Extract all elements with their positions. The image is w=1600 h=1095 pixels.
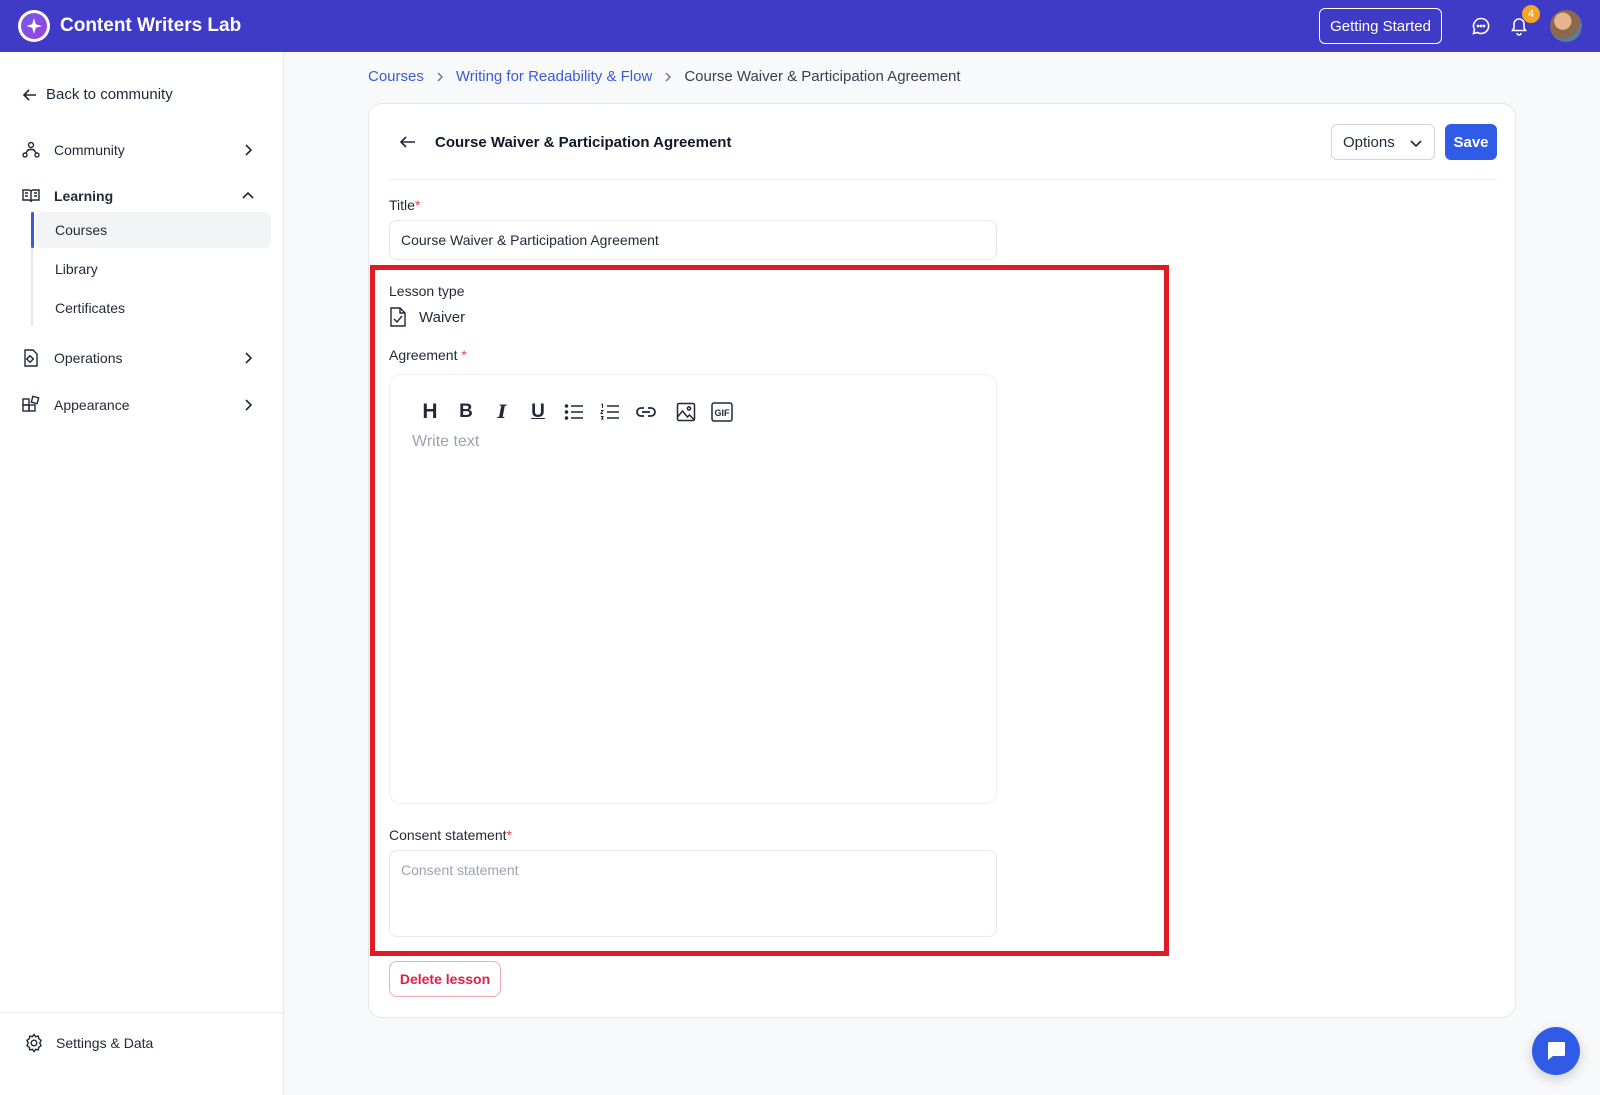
chat-bubble-icon [1548,1042,1565,1060]
sidebar-item-label: Learning [54,188,114,204]
community-icon [20,139,42,161]
back-label: Back to community [46,86,173,103]
sidebar-footer: Settings & Data [0,1012,283,1095]
support-chat-button[interactable] [1532,1027,1580,1075]
sidebar-item-label: Community [54,142,125,158]
submenu-active-indicator [31,212,34,248]
page-title: Course Waiver & Participation Agreement [435,134,732,151]
chevron-right-icon [245,144,253,156]
breadcrumb-courses[interactable]: Courses [368,68,424,85]
book-icon [20,185,42,207]
gear-icon [26,1033,42,1053]
back-to-community-link[interactable]: Back to community [22,86,173,103]
top-bar: Content Writers Lab Getting Started 4 [0,0,1600,52]
sidebar-item-library[interactable]: Library [36,251,271,287]
highlight-annotation [370,265,1169,956]
sidebar-item-operations[interactable]: Operations [20,343,266,373]
title-label: Title* [389,197,421,213]
sidebar-item-appearance[interactable]: Appearance [20,390,266,420]
operations-icon [20,347,42,369]
chevron-down-icon [1410,140,1422,148]
card-header: Course Waiver & Participation Agreement … [389,124,1497,180]
chevron-right-icon [245,399,253,411]
settings-label: Settings & Data [56,1035,154,1051]
sidebar-item-courses[interactable]: Courses [36,212,271,248]
options-label: Options [1343,133,1395,151]
sidebar-item-certificates[interactable]: Certificates [36,290,271,326]
bell-icon[interactable]: 4 [1508,5,1540,37]
sidebar: Back to community Community Learning Cou… [0,52,284,1095]
notification-badge: 4 [1522,5,1540,23]
chevron-right-icon [434,71,446,83]
sidebar-item-community[interactable]: Community [20,135,266,165]
sidebar-item-label: Certificates [55,300,126,316]
brand-logo [18,10,50,42]
save-button[interactable]: Save [1445,124,1497,160]
brand-name: Content Writers Lab [60,15,242,36]
sidebar-item-label: Library [55,261,98,277]
chevron-right-icon [662,71,674,83]
arrow-left-icon [22,88,36,101]
chevron-right-icon [245,352,253,364]
delete-lesson-button[interactable]: Delete lesson [389,961,501,997]
options-dropdown[interactable]: Options [1331,124,1435,160]
sidebar-item-learning[interactable]: Learning [20,181,266,211]
appearance-icon [20,394,42,416]
title-input[interactable]: Course Waiver & Participation Agreement [389,220,997,260]
sidebar-item-label: Appearance [54,397,130,413]
breadcrumb-course[interactable]: Writing for Readability & Flow [456,68,652,85]
breadcrumb: Courses Writing for Readability & Flow C… [368,68,961,85]
getting-started-button[interactable]: Getting Started [1319,8,1442,44]
avatar[interactable] [1550,10,1582,42]
breadcrumb-current: Course Waiver & Participation Agreement [684,68,961,85]
back-arrow-icon[interactable] [399,133,419,153]
chevron-up-icon [242,191,254,199]
sidebar-item-label: Operations [54,350,123,366]
brand[interactable]: Content Writers Lab [18,10,241,42]
sidebar-item-label: Courses [55,222,108,238]
chat-icon[interactable] [1470,15,1492,37]
settings-link[interactable]: Settings & Data [24,1033,153,1053]
